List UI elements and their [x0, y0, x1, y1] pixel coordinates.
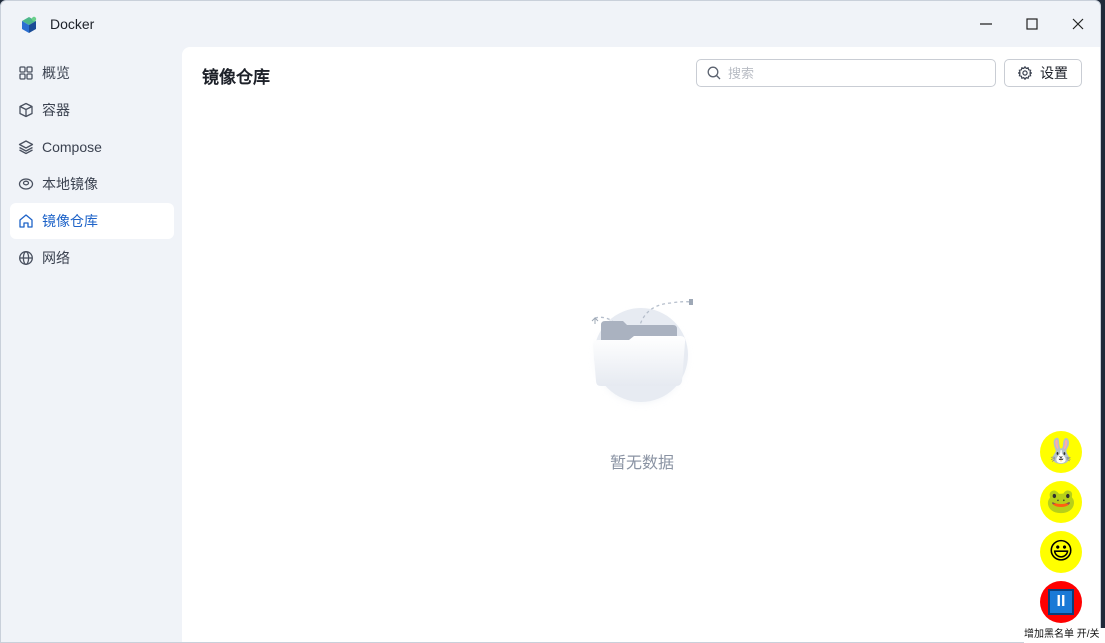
blacklist-toggle-label[interactable]: 增加黑名单 开/关: [1024, 628, 1105, 643]
main-content: 镜像仓库 设置: [182, 47, 1100, 642]
sidebar-item-network[interactable]: 网络: [10, 240, 174, 276]
settings-label: 设置: [1040, 65, 1068, 81]
smiley-button[interactable]: 😃: [1040, 531, 1082, 573]
sidebar-item-label: Compose: [42, 139, 102, 155]
sidebar-item-containers[interactable]: 容器: [10, 92, 174, 128]
title-bar[interactable]: Docker: [1, 1, 1100, 47]
sidebar-item-overview[interactable]: 概览: [10, 55, 174, 91]
window-title: Docker: [50, 16, 95, 32]
empty-folder-icon: [579, 285, 709, 415]
rabbit-icon: 🐰: [1046, 438, 1076, 465]
cube-icon: [18, 102, 34, 118]
grid-icon: [18, 65, 34, 81]
rabbit-button[interactable]: 🐰: [1040, 431, 1082, 473]
sidebar-item-label: 网络: [42, 250, 70, 266]
home-icon: [18, 213, 34, 229]
close-icon: [1072, 18, 1084, 30]
empty-state-text: 暂无数据: [609, 455, 674, 472]
docker-logo-icon: [19, 15, 39, 35]
close-button[interactable]: [1055, 7, 1100, 41]
pause-icon: II: [1048, 589, 1074, 615]
frog-button[interactable]: 🐸: [1040, 481, 1082, 523]
sidebar-item-local-images[interactable]: 本地镜像: [10, 166, 174, 202]
smiley-icon: 😃: [1048, 538, 1074, 565]
search-box[interactable]: [696, 59, 996, 87]
docker-window: Docker 概览 容器 Compose 本地镜像 镜像仓库 网络 镜像仓库 搜…: [0, 0, 1101, 643]
sidebar-item-label: 概览: [42, 65, 70, 81]
minimize-button[interactable]: [963, 7, 1009, 41]
sidebar-item-compose[interactable]: Compose: [10, 129, 174, 165]
maximize-button[interactable]: [1009, 7, 1055, 41]
search-icon: [707, 66, 721, 80]
layers-icon: [18, 139, 34, 155]
sidebar: 概览 容器 Compose 本地镜像 镜像仓库 网络: [1, 47, 182, 642]
maximize-icon: [1026, 18, 1038, 30]
page-title: 镜像仓库: [202, 68, 270, 87]
disk-icon: [18, 176, 34, 192]
minimize-icon: [980, 23, 992, 25]
globe-icon: [18, 250, 34, 266]
settings-button[interactable]: 设置: [1004, 59, 1082, 87]
search-input[interactable]: [728, 65, 978, 81]
sidebar-item-image-registry[interactable]: 镜像仓库: [10, 203, 174, 239]
sidebar-item-label: 镜像仓库: [42, 213, 98, 229]
pause-button[interactable]: II: [1040, 581, 1082, 623]
sidebar-item-label: 容器: [42, 102, 70, 118]
gear-icon: [1018, 66, 1032, 80]
frog-icon: 🐸: [1046, 488, 1076, 515]
sidebar-item-label: 本地镜像: [42, 176, 98, 192]
